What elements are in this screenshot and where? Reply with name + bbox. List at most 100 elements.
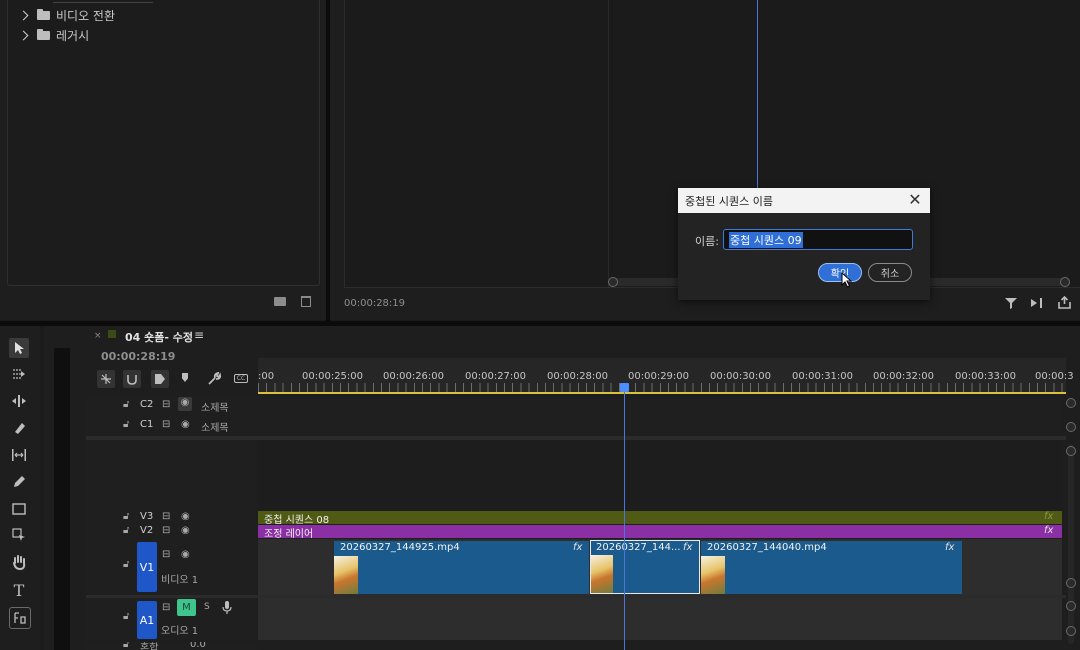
zoom-handle[interactable] <box>1066 398 1076 408</box>
mute-button[interactable]: M <box>177 599 196 616</box>
track-header-a1[interactable]: 🔓︎ A1 ⊟ M S 오디오 1 <box>86 598 257 640</box>
zoom-handle[interactable] <box>1066 626 1076 636</box>
track-lane-c2[interactable] <box>258 396 1062 415</box>
hand-tool-alt-icon[interactable] <box>9 525 29 545</box>
track-header-v1[interactable]: 🔓︎ V1 ⊟ ◉ 비디오 1 <box>86 539 257 595</box>
ruler-label: 00:00:26:00 <box>383 371 445 382</box>
sync-lock-icon[interactable]: ⊟ <box>162 419 170 430</box>
solo-button[interactable]: S <box>204 602 210 612</box>
eye-icon[interactable]: ◉ <box>181 419 190 430</box>
nested-sequence-clip[interactable]: 중첩 시퀀스 08 fx <box>258 511 1062 524</box>
trash-icon[interactable] <box>301 296 311 307</box>
lock-icon[interactable]: 🔓︎ <box>123 399 129 410</box>
sync-lock-icon[interactable]: ⊟ <box>162 399 170 410</box>
microphone-icon[interactable] <box>222 601 232 614</box>
scroll-handle-left[interactable] <box>608 277 618 287</box>
hand-tool-icon[interactable] <box>9 552 29 572</box>
clip-name: 조정 레이어 <box>264 529 314 538</box>
video-clip[interactable]: 20260327_144925.mp4 fx <box>334 541 589 594</box>
zoom-handle[interactable] <box>1066 422 1076 432</box>
nest-toggle-icon[interactable] <box>97 370 115 388</box>
sequence-tab-title[interactable]: 04 숏폼- 수정 <box>125 329 193 345</box>
lock-icon[interactable]: 🔓︎ <box>123 559 129 570</box>
work-area-bar[interactable] <box>258 392 1066 394</box>
lock-icon[interactable]: 🔓︎ <box>123 642 129 650</box>
track-select-tool-icon[interactable] <box>9 364 29 384</box>
new-bin-icon[interactable] <box>274 297 286 306</box>
track-target-v1[interactable]: V1 <box>137 542 157 592</box>
panel-menu-icon[interactable]: ≡ <box>194 328 204 342</box>
caption-tool-icon[interactable] <box>9 607 31 629</box>
lock-icon[interactable]: 🔓︎ <box>123 419 129 430</box>
track-header-c1[interactable]: 🔓︎ C1 ⊟ ◉ 소제목 <box>86 416 257 435</box>
captions-icon[interactable]: CC <box>234 374 248 383</box>
sync-lock-icon[interactable]: ⊟ <box>162 525 170 536</box>
playhead-line[interactable] <box>624 392 625 650</box>
monitor-timecode[interactable]: 00:00:28:19 <box>344 298 405 309</box>
snap-icon[interactable] <box>123 370 141 388</box>
current-timecode[interactable]: 00:00:28:19 <box>101 350 175 363</box>
audio-meter-panel <box>44 326 86 650</box>
adjustment-layer-clip[interactable]: 조정 레이어 fx <box>258 525 1062 538</box>
razor-tool-icon[interactable] <box>9 418 29 438</box>
track-header-master[interactable]: 🔓︎ 혼합 0.0 <box>86 642 257 650</box>
sync-lock-icon[interactable]: ⊟ <box>162 511 170 522</box>
insert-icon[interactable] <box>1031 297 1045 309</box>
linked-selection-icon[interactable] <box>151 370 169 388</box>
folder-label: 비디오 전환 <box>56 8 116 23</box>
filter-icon[interactable] <box>1005 297 1017 309</box>
lock-icon[interactable]: 🔓︎ <box>123 525 129 536</box>
video-clip-selected[interactable]: 20260327_144... fx <box>590 540 700 594</box>
track-label: 비디오 1 <box>161 575 199 586</box>
empty-track-area[interactable] <box>258 440 1062 510</box>
selection-tool-icon[interactable] <box>9 338 29 358</box>
track-header-v3[interactable]: 🔓︎ V3 ⊟ ◉ <box>86 511 257 524</box>
pen-tool-icon[interactable] <box>9 472 29 492</box>
eye-icon[interactable]: ◉ <box>181 525 190 536</box>
close-icon[interactable]: ✕ <box>908 192 922 208</box>
folder-row-video-transitions[interactable]: 비디오 전환 <box>18 6 116 24</box>
zoom-handle[interactable] <box>1066 446 1076 456</box>
folder-row-legacy[interactable]: 레거시 <box>18 26 89 44</box>
sync-lock-icon[interactable]: ⊟ <box>162 549 170 560</box>
track-header-c2[interactable]: 🔓︎ C2 ⊟ ◉ 소제목 <box>86 396 257 415</box>
chevron-right-icon[interactable] <box>18 10 29 20</box>
track-name: V2 <box>140 525 154 536</box>
track-lane-c1[interactable] <box>258 416 1062 435</box>
eye-icon[interactable]: ◉ <box>181 549 190 560</box>
tools-panel: T <box>0 326 40 650</box>
ruler-label: 00:00:33:00 <box>955 371 1017 382</box>
close-tab-icon[interactable]: × <box>94 331 102 341</box>
cancel-button[interactable]: 취소 <box>868 263 912 282</box>
zoom-handle[interactable] <box>1066 578 1076 588</box>
name-label: 이름: <box>695 235 719 248</box>
rectangle-tool-icon[interactable] <box>9 499 29 519</box>
track-header-v2[interactable]: 🔓︎ V2 ⊟ ◉ <box>86 525 257 538</box>
export-frame-icon[interactable] <box>1058 296 1071 309</box>
sequence-name-input[interactable]: 중첩 시퀀스 09 <box>723 229 913 250</box>
timeline-panel: × 04 숏폼- 수정 ≡ 00:00:28:19 CC :00 00:00:2… <box>86 326 1080 650</box>
wrench-icon[interactable] <box>207 372 221 386</box>
clip-name: 20260327_144925.mp4 <box>340 542 460 553</box>
scroll-handle-right[interactable] <box>1060 277 1070 287</box>
playhead-handle[interactable] <box>620 383 629 392</box>
master-volume-value[interactable]: 0.0 <box>190 642 206 650</box>
zoom-handle[interactable] <box>1066 601 1076 611</box>
eye-hidden-icon[interactable]: ◉ <box>178 397 192 411</box>
track-target-a1[interactable]: A1 <box>137 601 157 639</box>
lock-icon[interactable]: 🔓︎ <box>123 611 129 622</box>
sequence-color-icon <box>108 330 116 338</box>
project-bin-area: 비디오 전환 레거시 <box>7 0 320 286</box>
chevron-right-icon[interactable] <box>18 30 29 40</box>
type-tool-icon[interactable]: T <box>9 580 29 600</box>
ok-button[interactable]: 확인 <box>818 263 862 282</box>
video-clip[interactable]: 20260327_144040.mp4 fx <box>701 541 962 594</box>
track-lane-a1[interactable] <box>258 598 1062 640</box>
slip-tool-icon[interactable] <box>9 445 29 465</box>
lock-icon[interactable]: 🔓︎ <box>123 511 129 522</box>
vertical-scrollbar[interactable] <box>1068 444 1074 644</box>
sync-lock-icon[interactable]: ⊟ <box>162 602 170 613</box>
add-marker-icon[interactable] <box>182 373 188 382</box>
eye-icon[interactable]: ◉ <box>181 511 190 522</box>
ripple-edit-tool-icon[interactable] <box>9 391 29 411</box>
